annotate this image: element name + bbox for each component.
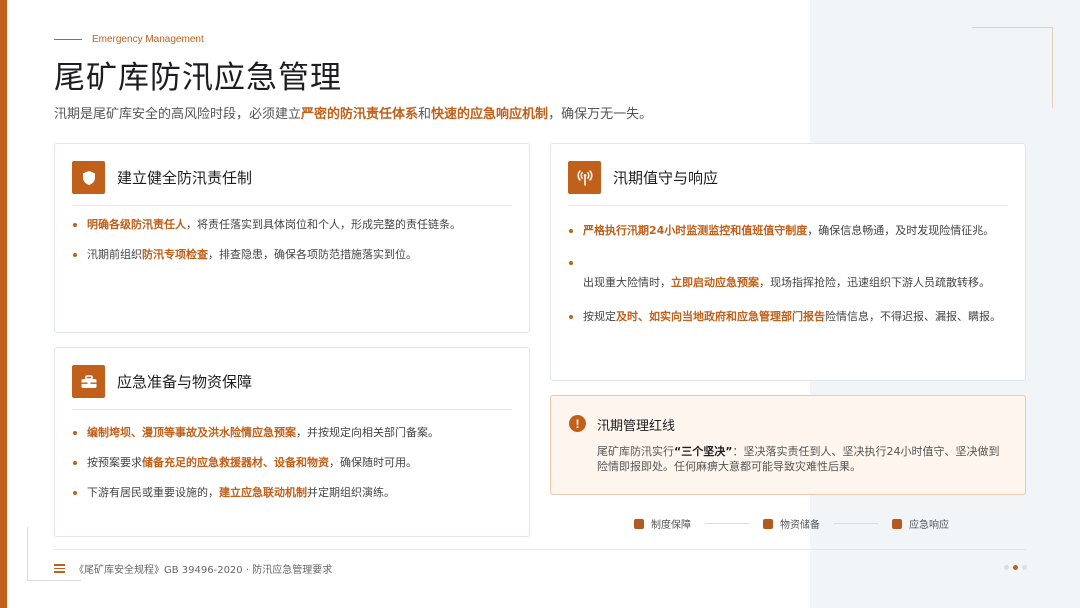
card-title: 建立健全防汛责任制 <box>117 169 253 187</box>
eyebrow-line <box>54 39 82 40</box>
item-highlight: 建立应急联动机制 <box>219 486 307 499</box>
item-text: 下游有居民或重要设施的， <box>87 486 219 499</box>
list-item: 出现重大险情时，立即启动应急预案，现场指挥抢险，迅速组织下游人员疏散转移。 <box>568 256 1008 290</box>
item-text: ，排查隐患，确保各项防范措施落实到位。 <box>208 248 417 261</box>
legend-label: 物资储备 <box>780 520 820 531</box>
list-item: 下游有居民或重要设施的，建立应急联动机制并定期组织演练。 <box>72 486 512 500</box>
legend-separator <box>705 523 749 524</box>
item-highlight: 明确各级防汛责任人 <box>87 218 186 231</box>
page-title: 尾矿库防汛应急管理 <box>54 60 342 96</box>
card-title: 汛期值守与响应 <box>613 169 719 187</box>
corner-decoration <box>972 27 1053 108</box>
footer-source: 《尾矿库安全规程》GB 39496-2020 · 防汛应急管理要求 <box>74 565 333 576</box>
item-highlight: 储备充足的应急救援器材、设备和物资 <box>142 456 329 469</box>
item-text: ，确保信息畅通，及时发现险情征兆。 <box>807 224 995 237</box>
exclamation-icon: ! <box>569 415 586 432</box>
card-divider <box>72 409 512 410</box>
card-header: 应急准备与物资保障 <box>72 365 252 398</box>
legend-separator <box>834 523 878 524</box>
card-title: 应急准备与物资保障 <box>117 373 253 391</box>
subtitle-highlight: 严密的防汛责任体系 <box>301 107 419 122</box>
eyebrow-text: Emergency Management <box>92 34 204 45</box>
toolbox-icon <box>72 365 105 398</box>
bullet-list: 编制垮坝、漫顶等事故及洪水险情应急预案，并按规定向相关部门备案。 按预案要求储备… <box>72 426 512 500</box>
warning-text-part: 尾矿库防汛实行 <box>597 445 674 458</box>
legend-item: 物资储备 <box>763 516 820 531</box>
legend-label: 应急响应 <box>909 520 949 531</box>
page-subtitle: 汛期是尾矿库安全的高风险时段，必须建立严密的防汛责任体系和快速的应急响应机制，确… <box>54 103 652 122</box>
menu-lines-icon <box>54 564 65 573</box>
warning-box: ! 汛期管理红线 尾矿库防汛实行“三个坚决”：坚决落实责任到人、坚决执行24小时… <box>550 395 1026 495</box>
subtitle-text: 汛期是尾矿库安全的高风险时段，必须建立 <box>54 107 302 122</box>
card-divider <box>568 205 1008 206</box>
item-text: ，确保随时可用。 <box>329 456 417 469</box>
item-highlight: 编制垮坝、漫顶等事故及洪水险情应急预案 <box>87 426 296 439</box>
signal-tower-icon <box>568 161 601 194</box>
list-item: 编制垮坝、漫顶等事故及洪水险情应急预案，并按规定向相关部门备案。 <box>72 426 512 440</box>
legend: 制度保障 物资储备 应急响应 <box>634 516 949 531</box>
list-item: 按预案要求储备充足的应急救援器材、设备和物资，确保随时可用。 <box>72 456 512 470</box>
item-highlight: 立即启动应急预案 <box>671 276 759 289</box>
legend-item: 制度保障 <box>634 516 691 531</box>
legend-item: 应急响应 <box>892 516 949 531</box>
item-text: ，现场指挥抢险，迅速组织下游人员疏散转移。 <box>759 276 990 289</box>
warning-title: 汛期管理红线 <box>597 419 676 434</box>
card-header: 汛期值守与响应 <box>568 161 718 194</box>
item-highlight: 及时、如实向当地政府和应急管理部门报告 <box>616 310 825 323</box>
item-text: 按规定 <box>583 310 616 323</box>
card-preparedness: 应急准备与物资保障 编制垮坝、漫顶等事故及洪水险情应急预案，并按规定向相关部门备… <box>54 347 530 537</box>
footer: 《尾矿库安全规程》GB 39496-2020 · 防汛应急管理要求 <box>54 561 332 576</box>
item-highlight: 严格执行汛期24小时监测监控和值班值守制度 <box>583 224 808 237</box>
subtitle-highlight: 快速的应急响应机制 <box>431 107 549 122</box>
eyebrow: Emergency Management <box>54 34 204 45</box>
legend-label: 制度保障 <box>651 520 691 531</box>
item-text: 汛期前组织 <box>87 248 142 261</box>
page-dot[interactable] <box>1022 565 1027 570</box>
bullet-list: 严格执行汛期24小时监测监控和值班值守制度，确保信息畅通，及时发现险情征兆。 出… <box>568 224 1008 324</box>
card-header: 建立健全防汛责任制 <box>72 161 252 194</box>
subtitle-text: 和 <box>418 107 432 122</box>
legend-swatch <box>763 518 773 529</box>
footer-divider <box>54 549 1026 550</box>
legend-swatch <box>892 518 902 529</box>
card-divider <box>72 205 512 206</box>
page-dot-active[interactable] <box>1013 565 1018 570</box>
accent-bar <box>0 0 7 608</box>
list-item: 明确各级防汛责任人，将责任落实到具体岗位和个人，形成完整的责任链条。 <box>72 218 512 232</box>
warning-text: 尾矿库防汛实行“三个坚决”：坚决落实责任到人、坚决执行24小时值守、坚决做到险情… <box>597 444 1007 474</box>
list-item: 按规定及时、如实向当地政府和应急管理部门报告险情信息，不得迟报、漏报、瞒报。 <box>568 310 1008 324</box>
subtitle-text: ，确保万无一失。 <box>548 107 653 122</box>
legend-swatch <box>634 518 644 529</box>
item-text: 按预案要求 <box>87 456 142 469</box>
warning-text-bold: “三个坚决” <box>674 445 733 458</box>
bullet-list: 明确各级防汛责任人，将责任落实到具体岗位和个人，形成完整的责任链条。 汛期前组织… <box>72 218 512 262</box>
card-response: 汛期值守与响应 严格执行汛期24小时监测监控和值班值守制度，确保信息畅通，及时发… <box>550 143 1026 381</box>
shield-icon <box>72 161 105 194</box>
item-text: 并定期组织演练。 <box>307 486 395 499</box>
list-item: 严格执行汛期24小时监测监控和值班值守制度，确保信息畅通，及时发现险情征兆。 <box>568 224 1008 238</box>
item-text: ，将责任落实到具体岗位和个人，形成完整的责任链条。 <box>186 218 461 231</box>
page-dot[interactable] <box>1004 565 1009 570</box>
page-indicator <box>1004 565 1027 570</box>
item-text: 险情信息，不得迟报、漏报、瞒报。 <box>825 310 1001 323</box>
list-item: 汛期前组织防汛专项检查，排查隐患，确保各项防范措施落实到位。 <box>72 248 512 262</box>
item-highlight: 防汛专项检查 <box>142 248 208 261</box>
item-text: 出现重大险情时， <box>583 276 671 289</box>
item-text: ，并按规定向相关部门备案。 <box>296 426 439 439</box>
card-responsibility: 建立健全防汛责任制 明确各级防汛责任人，将责任落实到具体岗位和个人，形成完整的责… <box>54 143 530 333</box>
